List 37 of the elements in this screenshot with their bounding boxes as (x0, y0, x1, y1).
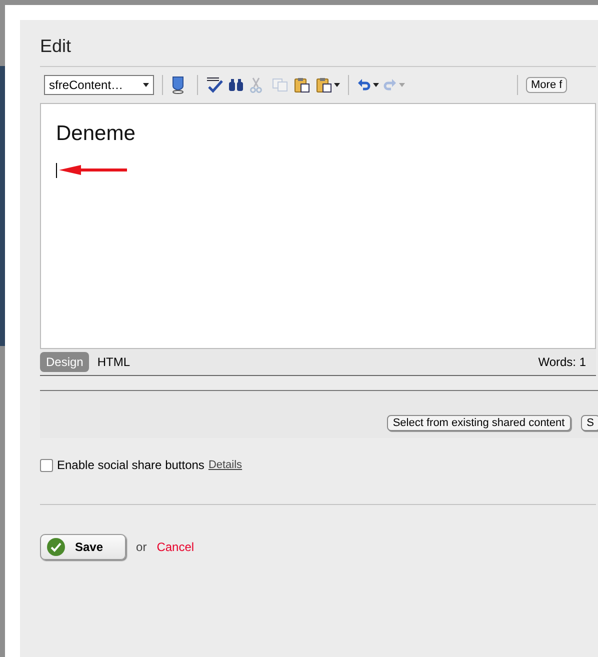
caret-icon (399, 83, 405, 87)
checkmark-icon (47, 538, 65, 556)
undo-icon (357, 78, 371, 92)
mode-tab[interactable]: HTML (91, 352, 136, 372)
arrow-icon (57, 165, 127, 175)
shared-content-button[interactable]: Select from existing shared content (386, 415, 571, 431)
word-count: Words: 1 (538, 355, 586, 369)
checkbox-label: Enable social share buttons (57, 458, 204, 472)
caret-icon (334, 83, 340, 87)
copy-icon (272, 78, 288, 92)
editor-area[interactable]: Deneme (40, 103, 596, 349)
shared-content-button[interactable]: S (580, 415, 598, 431)
text-cursor (56, 162, 57, 178)
toolbar-menu-button[interactable] (357, 78, 379, 92)
clipboard-icon (294, 77, 310, 93)
toolbar-menu-button[interactable] (316, 77, 340, 93)
more-button[interactable]: More f (526, 77, 568, 93)
caret-icon (373, 83, 379, 87)
caret-icon (143, 83, 149, 87)
or-text: or (136, 540, 147, 554)
toolbar-button[interactable] (206, 76, 224, 94)
scissors-icon (250, 77, 262, 93)
spellcheck-icon (206, 77, 224, 93)
checkbox[interactable] (40, 458, 53, 472)
toolbar-button[interactable] (228, 76, 246, 94)
editor-heading: Deneme (56, 122, 136, 146)
save-button[interactable]: Save (40, 534, 126, 560)
page-title: Edit (40, 20, 596, 67)
style-dropdown[interactable]: sfreContent… (44, 75, 154, 95)
clipboard-icon (316, 77, 332, 93)
details-link[interactable]: Details (208, 459, 242, 471)
mode-tab[interactable]: Design (40, 352, 90, 372)
binoculars-icon (228, 78, 244, 92)
shield-icon (171, 76, 185, 94)
redo-icon (383, 78, 397, 92)
cancel-link[interactable]: Cancel (156, 540, 194, 554)
toolbar-button[interactable] (294, 76, 312, 94)
